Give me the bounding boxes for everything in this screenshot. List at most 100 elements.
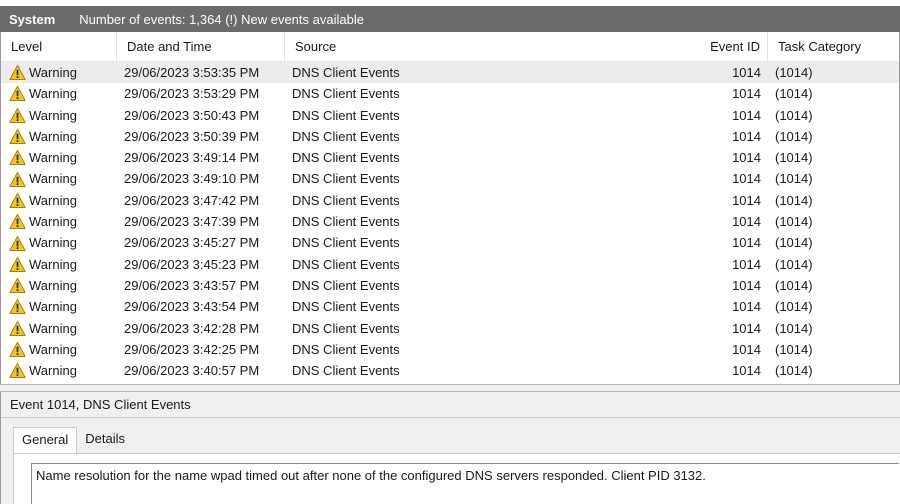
event-source: DNS Client Events bbox=[292, 341, 400, 357]
event-row[interactable]: Warning 29/06/2023 3:47:39 PM DNS Client E… bbox=[1, 211, 899, 232]
event-level-cell: Warning bbox=[9, 339, 117, 360]
event-level-cell: Warning bbox=[9, 83, 117, 104]
event-level-text: Warning bbox=[29, 107, 77, 123]
column-header-row: Level Date and Time Source Event ID Task… bbox=[1, 32, 899, 62]
event-row[interactable]: Warning 29/06/2023 3:43:54 PM DNS Client E… bbox=[1, 296, 899, 317]
event-level-cell: Warning bbox=[9, 190, 117, 211]
event-level-cell: Warning bbox=[9, 62, 117, 83]
event-task-category: (1014) bbox=[775, 192, 813, 208]
event-date-time: 29/06/2023 3:50:39 PM bbox=[124, 128, 260, 144]
event-row[interactable]: Warning 29/06/2023 3:45:27 PM DNS Client E… bbox=[1, 232, 899, 253]
event-row[interactable]: Warning 29/06/2023 3:42:25 PM DNS Client E… bbox=[1, 339, 899, 360]
warning-triangle-icon bbox=[9, 298, 26, 315]
event-task-category: (1014) bbox=[775, 299, 813, 315]
general-tab-panel: Name resolution for the name wpad timed … bbox=[13, 453, 900, 504]
column-header-level[interactable]: Level bbox=[1, 32, 116, 62]
event-row[interactable]: Warning 29/06/2023 3:53:29 PM DNS Client E… bbox=[1, 83, 899, 104]
tab-details[interactable]: Details bbox=[77, 427, 133, 453]
event-level-cell: Warning bbox=[9, 254, 117, 275]
event-id: 1014 bbox=[732, 277, 761, 293]
event-source: DNS Client Events bbox=[292, 150, 400, 166]
event-level-text: Warning bbox=[29, 192, 77, 208]
event-task-category: (1014) bbox=[775, 150, 813, 166]
event-detail-pane: Event 1014, DNS Client Events General De… bbox=[0, 392, 900, 504]
event-date-time: 29/06/2023 3:49:10 PM bbox=[124, 171, 260, 187]
event-source: DNS Client Events bbox=[292, 299, 400, 315]
event-source: DNS Client Events bbox=[292, 256, 400, 272]
event-level-cell: Warning bbox=[9, 211, 117, 232]
log-title: System bbox=[9, 11, 56, 27]
event-row[interactable]: Warning 29/06/2023 3:43:57 PM DNS Client E… bbox=[1, 275, 899, 296]
event-id: 1014 bbox=[732, 341, 761, 357]
event-source: DNS Client Events bbox=[292, 192, 400, 208]
event-date-time: 29/06/2023 3:47:39 PM bbox=[124, 214, 260, 230]
event-row[interactable]: Warning 29/06/2023 3:50:43 PM DNS Client E… bbox=[1, 105, 899, 126]
event-level-text: Warning bbox=[29, 277, 77, 293]
pane-splitter[interactable] bbox=[0, 384, 900, 392]
event-task-category: (1014) bbox=[775, 277, 813, 293]
event-id: 1014 bbox=[732, 171, 761, 187]
event-row[interactable]: Warning 29/06/2023 3:53:35 PM DNS Client E… bbox=[1, 62, 899, 84]
event-level-cell: Warning bbox=[9, 105, 117, 126]
event-task-category: (1014) bbox=[775, 107, 813, 123]
warning-triangle-icon bbox=[9, 85, 26, 102]
event-id: 1014 bbox=[732, 235, 761, 251]
event-date-time: 29/06/2023 3:53:35 PM bbox=[124, 65, 260, 80]
event-date-time: 29/06/2023 3:43:54 PM bbox=[124, 299, 260, 315]
event-level-cell: Warning bbox=[9, 168, 117, 189]
event-rows: Warning 29/06/2023 3:53:35 PM DNS Client E… bbox=[1, 62, 899, 381]
warning-triangle-icon bbox=[9, 171, 26, 188]
event-message-box[interactable]: Name resolution for the name wpad timed … bbox=[31, 463, 899, 504]
event-level-text: Warning bbox=[29, 256, 77, 272]
column-header-event-id[interactable]: Event ID bbox=[566, 32, 766, 62]
log-header: System Number of events: 1,364 (!) New e… bbox=[0, 6, 900, 32]
warning-triangle-icon bbox=[9, 341, 26, 358]
detail-tabs: General Details bbox=[13, 427, 133, 454]
warning-triangle-icon bbox=[9, 256, 26, 273]
event-row[interactable]: Warning 29/06/2023 3:40:57 PM DNS Client E… bbox=[1, 360, 899, 381]
event-date-time: 29/06/2023 3:43:57 PM bbox=[124, 277, 260, 293]
event-date-time: 29/06/2023 3:42:25 PM bbox=[124, 341, 260, 357]
event-row[interactable]: Warning 29/06/2023 3:42:28 PM DNS Client E… bbox=[1, 318, 899, 339]
warning-triangle-icon bbox=[9, 128, 26, 145]
event-level-text: Warning bbox=[29, 341, 77, 357]
event-row[interactable]: Warning 29/06/2023 3:49:10 PM DNS Client E… bbox=[1, 168, 899, 189]
event-source: DNS Client Events bbox=[292, 214, 400, 230]
event-id: 1014 bbox=[732, 256, 761, 272]
event-date-time: 29/06/2023 3:42:28 PM bbox=[124, 320, 260, 336]
event-level-text: Warning bbox=[29, 128, 77, 144]
warning-triangle-icon bbox=[9, 235, 26, 252]
event-level-text: Warning bbox=[29, 171, 77, 187]
event-id: 1014 bbox=[732, 214, 761, 230]
event-level-cell: Warning bbox=[9, 126, 117, 147]
event-level-text: Warning bbox=[29, 65, 77, 80]
event-row[interactable]: Warning 29/06/2023 3:50:39 PM DNS Client E… bbox=[1, 126, 899, 147]
event-row[interactable]: Warning 29/06/2023 3:49:14 PM DNS Client E… bbox=[1, 147, 899, 168]
column-header-source[interactable]: Source bbox=[284, 32, 566, 62]
event-level-cell: Warning bbox=[9, 147, 117, 168]
tab-general[interactable]: General bbox=[13, 427, 78, 454]
event-row[interactable]: Warning 29/06/2023 3:45:23 PM DNS Client E… bbox=[1, 254, 899, 275]
event-source: DNS Client Events bbox=[292, 86, 400, 102]
warning-triangle-icon bbox=[9, 149, 26, 166]
event-date-time: 29/06/2023 3:45:23 PM bbox=[124, 256, 260, 272]
event-row[interactable]: Warning 29/06/2023 3:47:42 PM DNS Client E… bbox=[1, 190, 899, 211]
event-source: DNS Client Events bbox=[292, 171, 400, 187]
event-task-category: (1014) bbox=[775, 171, 813, 187]
event-id: 1014 bbox=[732, 65, 761, 80]
event-list[interactable]: Level Date and Time Source Event ID Task… bbox=[0, 32, 900, 384]
column-header-task-category[interactable]: Task Category bbox=[767, 32, 899, 62]
event-source: DNS Client Events bbox=[292, 277, 400, 293]
event-task-category: (1014) bbox=[775, 256, 813, 272]
warning-triangle-icon bbox=[9, 192, 26, 209]
event-id: 1014 bbox=[732, 320, 761, 336]
event-source: DNS Client Events bbox=[292, 235, 400, 251]
event-date-time: 29/06/2023 3:40:57 PM bbox=[124, 363, 260, 379]
column-header-date-time[interactable]: Date and Time bbox=[116, 32, 284, 62]
warning-triangle-icon bbox=[9, 213, 26, 230]
event-date-time: 29/06/2023 3:45:27 PM bbox=[124, 235, 260, 251]
event-task-category: (1014) bbox=[775, 65, 813, 80]
event-count-info: Number of events: 1,364 (!) New events a… bbox=[79, 11, 364, 27]
event-date-time: 29/06/2023 3:47:42 PM bbox=[124, 192, 260, 208]
event-id: 1014 bbox=[732, 192, 761, 208]
